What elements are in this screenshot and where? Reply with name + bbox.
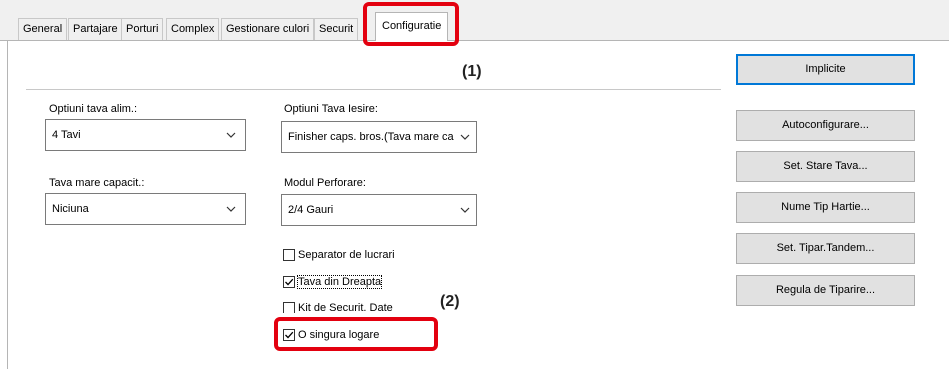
separator-de-lucrari-label: Separator de lucrari [298,249,395,261]
separator-de-lucrari-checkbox[interactable] [283,249,295,261]
tab-configuratie[interactable]: Configuratie [375,12,449,41]
nume-tip-hartie-button[interactable]: Nume Tip Hartie... [736,192,915,223]
chevron-down-icon [226,132,236,138]
kit-de-securit-date-checkbox[interactable] [283,302,295,313]
tab-partajare[interactable]: Partajare [68,18,123,40]
tab-gestionare-culori[interactable]: Gestionare culori [221,18,315,40]
optiuni-tava-alim-label: Optiuni tava alim.: [49,103,138,115]
tava-din-dreapta-label: Tava din Dreapta [296,275,383,289]
kit-de-securit-date-label: Kit de Securit. Date [298,302,393,313]
tab-complex[interactable]: Complex [166,18,220,40]
callout-1: (1) [462,63,482,80]
autoconfigurare-button[interactable]: Autoconfigurare... [736,110,915,141]
optiuni-tava-alim-value: 4 Tavi [52,129,81,141]
tava-mare-capacit-label: Tava mare capacit.: [49,177,145,189]
optiuni-tava-iesire-select[interactable]: Finisher caps. bros.(Tava mare cap [281,121,477,153]
set-tipar-tandem-button[interactable]: Set. Tipar.Tandem... [736,233,915,264]
checkmark-icon [285,278,294,286]
chevron-down-icon [460,207,470,213]
tab-securitate[interactable]: Securit [314,18,358,40]
highlight-box-o-singura-logare [274,317,438,351]
optiuni-tava-alim-select[interactable]: 4 Tavi [45,119,246,151]
chevron-down-icon [460,134,470,140]
chevron-down-icon [226,206,236,212]
kit-securitate-row: Kit de Securit. Date [280,300,440,313]
regula-de-tiparire-button[interactable]: Regula de Tiparire... [736,275,915,306]
optiuni-tava-iesire-label: Optiuni Tava Iesire: [284,103,378,115]
optiuni-tava-iesire-value: Finisher caps. bros.(Tava mare cap [288,131,454,143]
tava-din-dreapta-checkbox[interactable] [283,276,295,288]
modul-perforare-select[interactable]: 2/4 Gauri [281,194,477,226]
implicite-button[interactable]: Implicite [736,54,915,85]
modul-perforare-label: Modul Perforare: [284,177,366,189]
tab-general[interactable]: General [18,18,68,40]
callout-2: (2) [440,293,460,310]
tava-mare-capacit-value: Niciuna [52,203,89,215]
tab-strip: General Partajare Porturi Complex Gestio… [0,0,949,41]
modul-perforare-value: 2/4 Gauri [288,204,334,216]
panel-border [7,40,8,369]
separator-line [26,89,721,90]
tava-mare-capacit-select[interactable]: Niciuna [45,193,246,225]
set-stare-tava-button[interactable]: Set. Stare Tava... [736,151,915,182]
tab-porturi[interactable]: Porturi [121,18,164,40]
